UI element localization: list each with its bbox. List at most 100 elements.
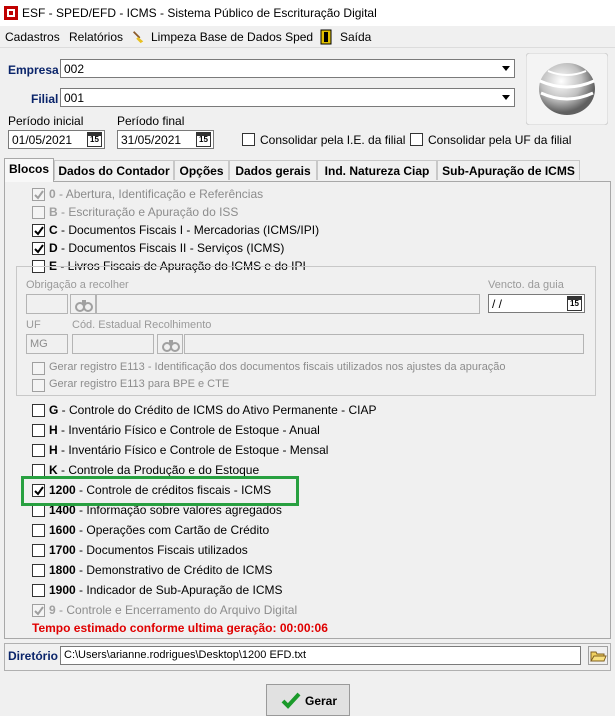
tab-opcoes[interactable]: Opções <box>174 160 229 180</box>
block-item: 1800 - Demonstrativo de Crédito de ICMS <box>49 563 272 577</box>
consolidar-ie-label: Consolidar pela I.E. da filial <box>260 133 406 147</box>
block-item: B - Escrituração e Apuração do ISS <box>49 205 238 219</box>
block-checkbox[interactable] <box>32 424 45 437</box>
tab-dados-gerais[interactable]: Dados gerais <box>229 160 317 180</box>
block-item: G - Controle do Crédito de ICMS do Ativo… <box>49 403 377 417</box>
block-checkbox[interactable] <box>32 604 45 617</box>
block-code: G <box>49 403 59 417</box>
block-code: 9 <box>49 603 56 617</box>
block-checkbox[interactable] <box>32 524 45 537</box>
block-code: D <box>49 241 58 255</box>
block-description: - Operações com Cartão de Crédito <box>75 523 270 537</box>
block-item: 1900 - Indicador de Sub-Apuração de ICMS <box>49 583 282 597</box>
menu-saida[interactable]: Saída <box>340 30 371 44</box>
vencto-label: Vencto. da guia <box>488 279 564 291</box>
block-item: K - Controle da Produção e do Estoque <box>49 463 259 477</box>
gerar-button[interactable]: Gerar <box>266 684 350 716</box>
diretorio-input[interactable]: C:\Users\arianne.rodrigues\Desktop\1200 … <box>60 646 581 665</box>
periodo-inicial-label: Período inicial <box>8 114 84 128</box>
uf-label: UF <box>26 319 41 331</box>
periodo-final-value: 31/05/2021 <box>121 133 182 147</box>
highlight-box <box>21 476 299 506</box>
chevron-down-icon[interactable] <box>498 90 513 105</box>
block-description: - Inventário Físico e Controle de Estoqu… <box>57 443 329 457</box>
binoculars-icon[interactable] <box>157 334 183 354</box>
menu-relatorios[interactable]: Relatórios <box>69 30 123 44</box>
tab-dados-contador[interactable]: Dados do Contador <box>54 160 174 180</box>
periodo-inicial-input[interactable]: 01/05/2021 15 <box>8 130 105 149</box>
uf-value: MG <box>30 338 48 350</box>
block-description: - Documentos Fiscais utilizados <box>75 543 248 557</box>
block-description: - Demonstrativo de Crédito de ICMS <box>75 563 273 577</box>
uf-field[interactable]: MG <box>26 334 68 354</box>
block-item: H - Inventário Físico e Controle de Esto… <box>49 443 328 457</box>
filial-label: Filial <box>31 92 59 106</box>
block-item: H - Inventário Físico e Controle de Esto… <box>49 423 320 437</box>
chevron-down-icon[interactable] <box>498 61 513 76</box>
title-bar: ESF - SPED/EFD - ICMS - Sistema Público … <box>0 0 615 26</box>
block-checkbox[interactable] <box>32 564 45 577</box>
block-checkbox[interactable] <box>32 544 45 557</box>
exit-door-icon <box>320 29 332 45</box>
empresa-value: 002 <box>64 62 85 76</box>
filial-select[interactable]: 001 <box>60 88 515 107</box>
block-item: 1700 - Documentos Fiscais utilizados <box>49 543 248 557</box>
consolidar-ie-checkbox[interactable] <box>242 133 255 146</box>
diretorio-label: Diretório <box>8 649 59 663</box>
menu-limpeza[interactable]: Limpeza Base de Dados Sped <box>151 30 313 44</box>
block-description: - Controle e Encerramento do Arquivo Dig… <box>55 603 298 617</box>
empresa-select[interactable]: 002 <box>60 59 515 78</box>
consolidar-uf-checkbox[interactable] <box>410 133 423 146</box>
window-title: ESF - SPED/EFD - ICMS - Sistema Público … <box>22 6 377 20</box>
checkmark-icon <box>281 692 301 709</box>
consolidar-uf-label: Consolidar pela UF da filial <box>428 133 572 147</box>
tab-sub-apuracao[interactable]: Sub-Apuração de ICMS <box>437 160 580 180</box>
diretorio-value: C:\Users\arianne.rodrigues\Desktop\1200 … <box>64 649 307 661</box>
gerar-e113-bpe-checkbox[interactable] <box>32 379 45 392</box>
empresa-label: Empresa <box>8 63 59 77</box>
periodo-final-input[interactable]: 31/05/2021 15 <box>117 130 214 149</box>
block-checkbox[interactable] <box>32 584 45 597</box>
block-description: - Indicador de Sub-Apuração de ICMS <box>75 583 283 597</box>
calendar-icon[interactable]: 15 <box>87 132 102 147</box>
globe-logo <box>526 53 608 125</box>
block-item: C - Documentos Fiscais I - Mercadorias (… <box>49 223 319 237</box>
timer-text: Tempo estimado conforme ultima geração: … <box>32 621 328 635</box>
folder-open-icon[interactable] <box>588 646 608 665</box>
app-icon <box>4 6 18 20</box>
block-checkbox[interactable] <box>32 242 45 255</box>
block-checkbox[interactable] <box>32 404 45 417</box>
gerar-e113-label: Gerar registro E113 - Identificação dos … <box>49 361 506 373</box>
block-description: - Documentos Fiscais II - Serviços (ICMS… <box>57 241 285 255</box>
gerar-e113-checkbox[interactable] <box>32 362 45 375</box>
menu-bar: Cadastros Relatórios Limpeza Base de Dad… <box>0 26 615 48</box>
block-description: - Escrituração e Apuração do ISS <box>57 205 239 219</box>
tab-strip: Blocos Dados do Contador Opções Dados ge… <box>4 158 611 182</box>
block-code: 1700 <box>49 543 76 557</box>
block-code: H <box>49 443 58 457</box>
block-code: 1600 <box>49 523 76 537</box>
calendar-icon[interactable]: 15 <box>567 296 582 311</box>
block-code: B <box>49 205 58 219</box>
block-checkbox[interactable] <box>32 206 45 219</box>
vencto-input[interactable]: / / 15 <box>488 294 585 313</box>
block-checkbox[interactable] <box>32 224 45 237</box>
block-description: - Inventário Físico e Controle de Estoqu… <box>57 423 320 437</box>
cod-estadual-desc-field[interactable] <box>184 334 584 354</box>
binoculars-icon[interactable] <box>70 294 96 314</box>
obrigacao-code-field[interactable] <box>26 294 68 314</box>
tab-blocos[interactable]: Blocos <box>4 158 54 182</box>
block-checkbox[interactable] <box>32 444 45 457</box>
obrigacao-desc-field[interactable] <box>96 294 480 314</box>
block-item: D - Documentos Fiscais II - Serviços (IC… <box>49 241 284 255</box>
periodo-inicial-value: 01/05/2021 <box>12 133 73 147</box>
block-checkbox[interactable] <box>32 188 45 201</box>
cod-estadual-field[interactable] <box>72 334 154 354</box>
obrigacao-label: Obrigação a recolher <box>26 279 129 291</box>
block-code: 0 <box>49 187 56 201</box>
block-code: K <box>49 463 58 477</box>
block-item: 9 - Controle e Encerramento do Arquivo D… <box>49 603 297 617</box>
calendar-icon[interactable]: 15 <box>196 132 211 147</box>
tab-ind-natureza-ciap[interactable]: Ind. Natureza Ciap <box>317 160 437 180</box>
menu-cadastros[interactable]: Cadastros <box>5 30 60 44</box>
